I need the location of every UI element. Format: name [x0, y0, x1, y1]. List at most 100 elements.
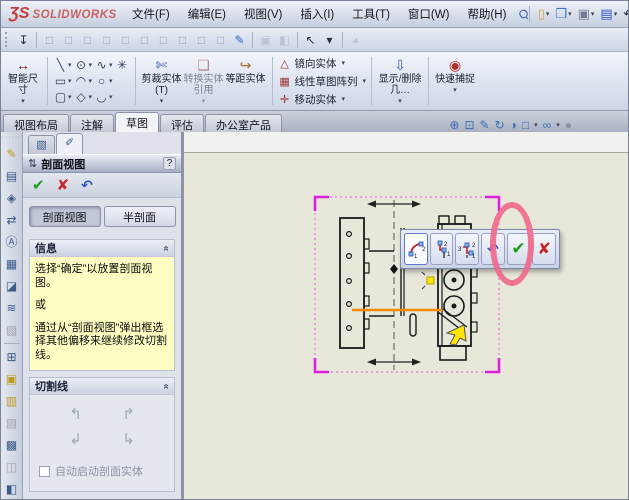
view-toolbar-icon[interactable]: □: [211, 33, 230, 47]
view-tool-icon[interactable]: ◑: [510, 118, 517, 132]
section-mode-button[interactable]: 半剖面: [103, 206, 176, 227]
cutting-line[interactable]: [367, 200, 421, 370]
command-tab[interactable]: 办公室产品: [205, 114, 282, 132]
view-tool-icon[interactable]: □: [522, 118, 529, 132]
view-toolbar-icon[interactable]: ✎: [230, 33, 249, 47]
pattern-tool-button[interactable]: △ 镜向实体 ▾: [278, 56, 367, 71]
view-toolbar-icon[interactable]: ◕: [346, 33, 365, 47]
annotation-tool-icon[interactable]: ◪: [6, 275, 17, 297]
popup-undo-button[interactable]: ↶: [481, 233, 505, 265]
message-group-header[interactable]: 信息 »: [30, 240, 174, 257]
view-toolbar-icon[interactable]: □: [135, 33, 154, 47]
annotation-tool-icon[interactable]: ▧: [6, 319, 17, 341]
undo-button[interactable]: ↶: [81, 177, 93, 193]
menu-item[interactable]: 视图(V): [235, 2, 291, 26]
annotation-tool-icon[interactable]: ▤: [6, 165, 17, 187]
view-toolbar-icon[interactable]: ↧: [14, 33, 33, 47]
view-tool-icon[interactable]: ↻: [495, 118, 505, 132]
sketch-entity-button[interactable]: ⊙ ▾: [74, 58, 95, 72]
arc-offset-button[interactable]: 1 2: [404, 233, 428, 265]
quick-access-button[interactable]: ▯ ▾: [535, 6, 553, 22]
cutting-line-group-header[interactable]: 切割线 »: [30, 378, 174, 395]
sketch-entity-button[interactable]: ◠ ▾: [74, 74, 95, 88]
smart-dimension-button[interactable]: ↔ 智能尺寸 ▾: [4, 54, 42, 108]
single-offset-button[interactable]: 2 1: [429, 233, 454, 265]
toolbar-grip[interactable]: [5, 32, 10, 47]
quick-access-button[interactable]: ▣ ▾: [575, 6, 598, 22]
quick-snaps-button[interactable]: ◉ 快速捕捉 ▾: [434, 54, 476, 108]
view-toolbar-icon[interactable]: □: [78, 33, 97, 47]
command-tab[interactable]: 评估: [160, 114, 204, 132]
view-toolbar-icon[interactable]: [36, 31, 37, 48]
annotation-tool-icon[interactable]: ≋: [6, 297, 16, 319]
popup-cancel-button[interactable]: ✘: [532, 233, 557, 265]
sketch-entity-button[interactable]: ○ ▾: [94, 74, 115, 88]
cancel-button[interactable]: ✘: [57, 178, 70, 193]
view-tool-icon[interactable]: ⊕: [449, 118, 459, 132]
sketch-entity-button[interactable]: ▭ ▾: [53, 74, 74, 88]
view-tool-icon[interactable]: ●: [565, 118, 572, 132]
menu-item[interactable]: 文件(F): [123, 2, 179, 26]
quick-access-button[interactable]: ▤ ▾: [597, 6, 620, 22]
view-tool-icon[interactable]: ∞: [543, 118, 552, 132]
sketch-entity-button[interactable]: ╲ ▾: [53, 58, 74, 72]
sketch-entity-button[interactable]: ∿ ▾: [94, 58, 115, 72]
view-toolbar-icon[interactable]: ↖: [301, 33, 320, 47]
annotation-tool-icon[interactable]: ▩: [6, 434, 17, 456]
view-toolbar-icon[interactable]: □: [154, 33, 173, 47]
toolbar-grip[interactable]: ······: [2, 134, 22, 143]
command-tab[interactable]: 视图布局: [3, 114, 69, 132]
annotation-tool-icon[interactable]: ⊞: [6, 346, 16, 368]
annotation-tool-icon[interactable]: ▥: [6, 390, 17, 412]
view-toolbar-icon[interactable]: □: [116, 33, 135, 47]
panel-tab[interactable]: ✐: [56, 133, 83, 154]
sketch-entity-button[interactable]: ◇ ▾: [74, 90, 95, 104]
view-toolbar-icon[interactable]: □: [59, 33, 78, 47]
menu-item[interactable]: 帮助(H): [458, 2, 515, 26]
annotation-tool-icon[interactable]: ▣: [6, 368, 17, 390]
view-toolbar-icon[interactable]: [252, 31, 253, 48]
view-toolbar-icon[interactable]: □: [192, 33, 211, 47]
quick-access-button[interactable]: ↶ ▾: [620, 6, 628, 22]
command-tab[interactable]: 注解: [70, 114, 114, 132]
sketch-entity-button[interactable]: ✳ ▾: [115, 58, 130, 72]
command-tab[interactable]: 草图: [115, 112, 159, 132]
section-mode-button[interactable]: 剖面视图: [28, 206, 101, 227]
trim-entities-button[interactable]: ✄ 剪裁实体(T) ▾: [141, 54, 183, 108]
annotation-tool-icon[interactable]: ◫: [6, 456, 17, 478]
menu-item[interactable]: 窗口(W): [399, 2, 459, 26]
view-toolbar-icon[interactable]: □: [97, 33, 116, 47]
menu-item[interactable]: 编辑(E): [179, 2, 235, 26]
annotation-tool-icon[interactable]: Ⓐ: [5, 231, 17, 253]
annotation-tool-icon[interactable]: ✎: [6, 143, 16, 165]
help-button[interactable]: ?: [163, 157, 176, 170]
menu-item[interactable]: 工具(T): [343, 2, 399, 26]
offset-entities-button[interactable]: ↪ 等距实体: [225, 54, 267, 108]
view-tool-icon[interactable]: ⊡: [464, 118, 474, 132]
view-toolbar-icon[interactable]: ◧: [275, 33, 294, 47]
notch-offset-button[interactable]: 3 2 1: [455, 233, 480, 265]
sketch-entity-button[interactable]: ◡ ▾: [94, 90, 115, 104]
view-toolbar-icon[interactable]: [297, 31, 298, 48]
annotation-tool-icon[interactable]: ⇄: [6, 209, 16, 231]
quick-access-button[interactable]: ❒ ▾: [552, 6, 574, 22]
annotation-tool-icon[interactable]: ◈: [7, 187, 16, 209]
view-toolbar-icon[interactable]: □: [40, 33, 59, 47]
annotation-tool-icon[interactable]: ▦: [6, 253, 17, 275]
view-tool-icon[interactable]: ✎: [480, 118, 490, 132]
menu-item[interactable]: 插入(I): [291, 2, 343, 26]
annotation-tool-icon[interactable]: ◧: [6, 478, 17, 499]
annotation-tool-icon[interactable]: [3, 343, 20, 344]
pattern-tool-button[interactable]: ▦ 线性草图阵列 ▾: [278, 74, 366, 89]
view-toolbar-icon[interactable]: [342, 31, 343, 48]
panel-tab[interactable]: ▧: [28, 135, 55, 154]
view-tool-icon[interactable]: ▾: [556, 121, 560, 129]
annotation-tool-icon[interactable]: ▨: [6, 412, 17, 434]
view-toolbar-icon[interactable]: ▣: [256, 33, 275, 47]
pattern-tool-button[interactable]: ✛ 移动实体 ▾: [278, 92, 367, 107]
graphics-area[interactable]: 1 2 2 1 3 2 1 ↶ ✔ ✘: [183, 132, 628, 499]
display-delete-relations-button[interactable]: ⇩ 显示/删除几… ▾: [377, 54, 423, 108]
popup-ok-button[interactable]: ✔: [506, 233, 531, 265]
view-tool-icon[interactable]: ▾: [534, 121, 538, 129]
view-toolbar-icon[interactable]: ▾: [320, 33, 339, 47]
